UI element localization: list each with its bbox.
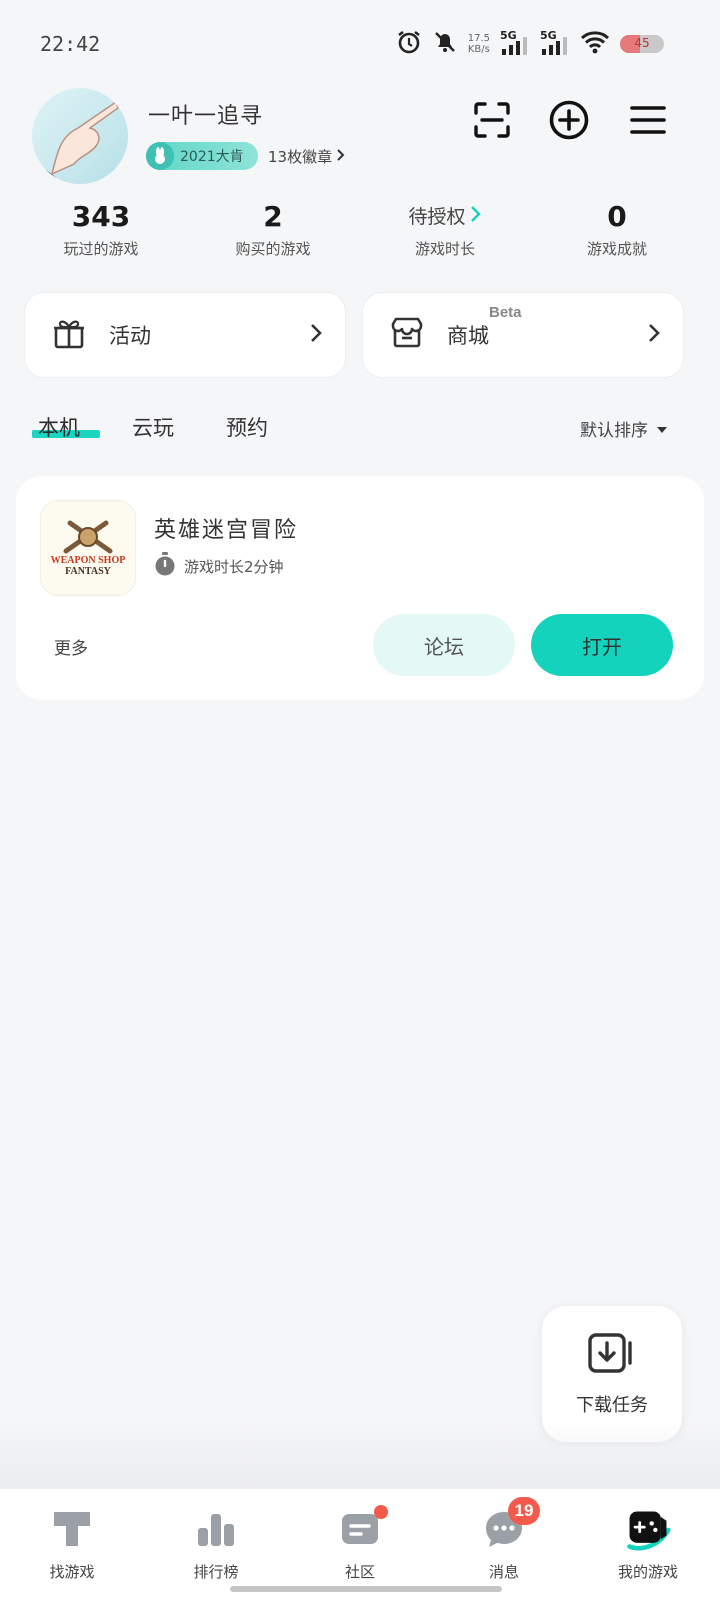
net-speed: 17.5 KB/s	[468, 33, 490, 55]
chevron-right-icon	[647, 322, 661, 348]
badges-link[interactable]: 13枚徽章	[268, 146, 346, 167]
messages-icon: 19	[480, 1497, 540, 1551]
stat-purchased-games[interactable]: 2 购买的游戏	[188, 200, 358, 259]
more-button[interactable]: 更多	[54, 634, 88, 659]
game-play-time: 游戏时长2分钟	[154, 552, 284, 580]
nav-label: 消息	[488, 1563, 519, 1581]
avatar-hand-image	[42, 100, 119, 184]
sort-label: 默认排序	[580, 421, 648, 441]
chevron-right-icon	[336, 148, 346, 166]
stat-play-time[interactable]: 待授权 游戏时长	[360, 200, 530, 259]
badges-link-label: 13枚徽章	[268, 148, 333, 166]
stopwatch-icon	[154, 552, 176, 580]
stat-played-games[interactable]: 343 玩过的游戏	[16, 200, 186, 259]
nav-label: 排行榜	[193, 1563, 239, 1581]
stat-achievements[interactable]: 0 游戏成就	[532, 200, 702, 259]
chevron-right-icon	[309, 322, 323, 348]
add-button[interactable]	[547, 100, 591, 144]
chevron-right-icon	[470, 200, 482, 234]
home-indicator	[230, 1586, 502, 1592]
find-games-icon	[48, 1507, 96, 1551]
menu-button[interactable]	[626, 100, 670, 144]
activity-label: 活动	[109, 324, 151, 348]
nav-label: 找游戏	[49, 1563, 95, 1581]
game-icon[interactable]: WEAPON SHOP FANTASY	[40, 500, 136, 596]
tab-local[interactable]: 本机	[38, 412, 80, 442]
avatar[interactable]	[32, 88, 128, 184]
nav-label: 我的游戏	[617, 1563, 678, 1581]
stat-value: 343	[71, 200, 131, 233]
year-badge-label: 2021大肯	[180, 149, 244, 165]
stat-value: 0	[607, 200, 627, 233]
game-card[interactable]: WEAPON SHOP FANTASY 英雄迷宫冒险 游戏时长2分钟 更多 论坛…	[16, 476, 704, 700]
scan-button[interactable]	[470, 100, 514, 144]
play-time-label: 游戏时长2分钟	[184, 557, 284, 576]
nav-find-games[interactable]: 找游戏	[0, 1489, 144, 1601]
gift-icon	[51, 315, 87, 355]
nav-my-games[interactable]: 我的游戏	[576, 1489, 720, 1601]
signal-1-icon: 5G	[500, 29, 530, 57]
wifi-icon	[580, 29, 610, 59]
stat-value: 待授权	[408, 206, 466, 228]
mute-bell-icon	[432, 29, 458, 59]
open-button[interactable]: 打开	[531, 614, 673, 676]
forum-button[interactable]: 论坛	[373, 614, 515, 676]
nav-community[interactable]: 社区	[288, 1489, 432, 1601]
download-tasks-label: 下载任务	[576, 1395, 648, 1416]
game-title[interactable]: 英雄迷宫冒险	[154, 512, 298, 544]
game-icon-text-top: WEAPON SHOP	[50, 555, 126, 566]
notification-dot	[374, 1505, 388, 1519]
menu-icon	[628, 100, 668, 144]
sort-dropdown[interactable]: 默认排序	[580, 416, 668, 441]
unread-count-badge: 19	[508, 1497, 540, 1525]
net-speed-value: 17.5	[467, 33, 490, 44]
add-circle-icon	[548, 99, 590, 145]
nav-label: 社区	[344, 1563, 375, 1581]
stat-label: 游戏时长	[414, 240, 475, 258]
stat-label: 游戏成就	[586, 240, 647, 258]
username[interactable]: 一叶一追寻	[148, 98, 263, 130]
store-label: 商城	[447, 324, 489, 348]
beta-tag: Beta	[489, 304, 522, 321]
status-icons: 17.5 KB/s 5G 5G 45	[396, 29, 664, 59]
rabbit-medal-icon	[146, 142, 174, 170]
tab-cloud[interactable]: 云玩	[132, 412, 174, 442]
nav-ranking[interactable]: 排行榜	[144, 1489, 288, 1601]
download-icon	[587, 1331, 637, 1379]
crossed-swords-icon	[63, 520, 113, 554]
activity-card[interactable]: 活动	[24, 292, 346, 378]
battery-icon: 45	[620, 35, 664, 53]
alarm-icon	[396, 29, 422, 59]
signal-2-icon: 5G	[540, 29, 570, 57]
caret-down-icon	[656, 419, 668, 439]
tab-reserved[interactable]: 预约	[226, 412, 268, 442]
store-card[interactable]: 商城 Beta	[362, 292, 684, 378]
status-time: 22:42	[40, 32, 101, 56]
community-icon	[336, 1505, 388, 1551]
my-games-icon	[624, 1507, 672, 1551]
net-speed-unit: KB/s	[467, 44, 490, 55]
stat-label: 购买的游戏	[235, 240, 311, 258]
battery-level: 45	[634, 36, 650, 50]
stat-label: 玩过的游戏	[63, 240, 139, 258]
stat-pending: 待授权	[360, 200, 530, 234]
bottom-nav: 找游戏 排行榜 社区 19 消息 我的游戏	[0, 1488, 720, 1601]
ranking-icon	[192, 1507, 240, 1551]
scan-icon	[472, 100, 512, 144]
year-badge[interactable]: 2021大肯	[146, 142, 258, 170]
store-icon	[389, 315, 425, 355]
stat-value: 2	[263, 200, 283, 233]
game-icon-text-bottom: FANTASY	[65, 566, 111, 577]
store-label-wrap: 商城 Beta	[447, 304, 647, 350]
nav-messages[interactable]: 19 消息	[432, 1489, 576, 1601]
bottom-fade	[0, 1420, 720, 1490]
